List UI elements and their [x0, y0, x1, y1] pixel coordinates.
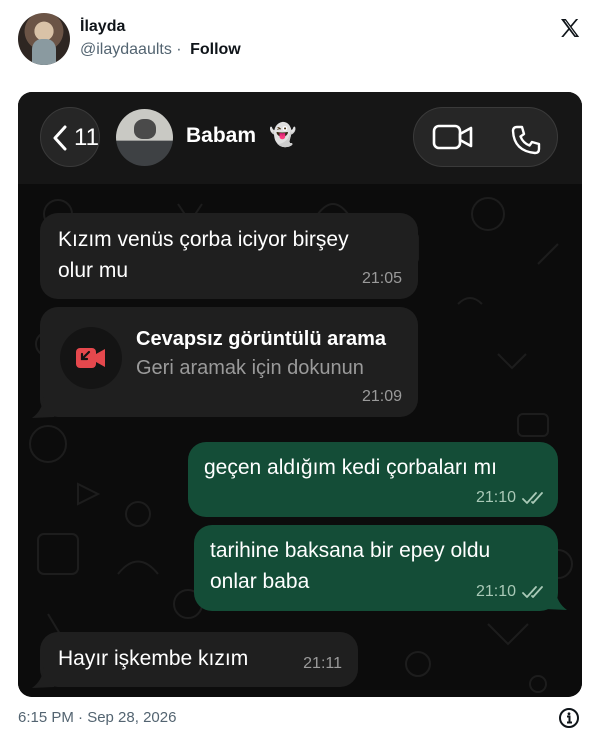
chevron-left-icon [53, 125, 67, 151]
missed-call-icon-circle [60, 327, 122, 389]
follow-button[interactable]: Follow [190, 41, 241, 58]
missed-call-subtitle: Geri aramak için dokunun [136, 357, 364, 379]
bubble-tail [32, 667, 54, 688]
message-text: geçen aldığım kedi çorbaları mı [204, 456, 497, 479]
message-time: 21:10 [475, 583, 516, 600]
tweet-timestamp[interactable]: 6:15 PM · Sep 28, 2026 [18, 709, 176, 726]
missed-call-bubble[interactable]: Cevapsız görüntülü arama Geri aramak içi… [40, 307, 418, 417]
message-text: Kızım venüs çorba iciyor birşey olur mu [58, 228, 349, 282]
author-avatar[interactable] [18, 13, 70, 65]
message-time: 21:11 [303, 655, 342, 672]
double-check-icon [522, 492, 543, 504]
contact-avatar[interactable] [116, 109, 173, 166]
back-button[interactable]: 11 [40, 107, 100, 167]
unread-count: 11 [74, 124, 99, 151]
call-actions [413, 107, 558, 167]
chat-header: 11 Babam 👻 [18, 92, 582, 184]
message-time: 21:05 [361, 270, 402, 287]
video-camera-icon[interactable] [432, 123, 474, 151]
author-name[interactable]: İlayda [80, 18, 125, 36]
message-time: 21:10 [475, 489, 516, 506]
message-bubble-outgoing[interactable]: geçen aldığım kedi çorbaları mı 21:10 [188, 442, 558, 517]
phone-icon[interactable] [510, 124, 542, 156]
author-handle[interactable]: @ilaydaaults [80, 41, 172, 58]
message-text: Hayır işkembe kızım [58, 647, 249, 670]
missed-call-title: Cevapsız görüntülü arama [136, 328, 387, 350]
double-check-icon [522, 586, 543, 598]
author-handle-line: @ilaydaaults · Follow [80, 41, 241, 59]
ghost-emoji: 👻 [269, 122, 297, 147]
message-bubble-incoming[interactable]: Kızım venüs çorba iciyor birşey olur mu … [40, 213, 418, 299]
bubble-tail [545, 589, 567, 610]
separator-dot: · [176, 41, 182, 58]
message-bubble-outgoing[interactable]: tarihine baksana bir epey oldu onlar bab… [194, 525, 558, 611]
contact-name[interactable]: Babam [186, 124, 256, 148]
chat-screenshot[interactable]: 11 Babam 👻 Kızım venüs çorba iciyor birş… [18, 92, 582, 697]
bubble-tail [32, 397, 54, 418]
message-text: tarihine baksana bir epey oldu onlar bab… [210, 539, 491, 593]
info-icon[interactable] [558, 707, 580, 729]
x-logo-icon[interactable] [558, 16, 582, 40]
message-bubble-incoming[interactable]: Hayır işkembe kızım 21:11 [40, 632, 358, 687]
message-time: 21:09 [361, 388, 402, 405]
missed-video-call-icon [76, 348, 105, 368]
